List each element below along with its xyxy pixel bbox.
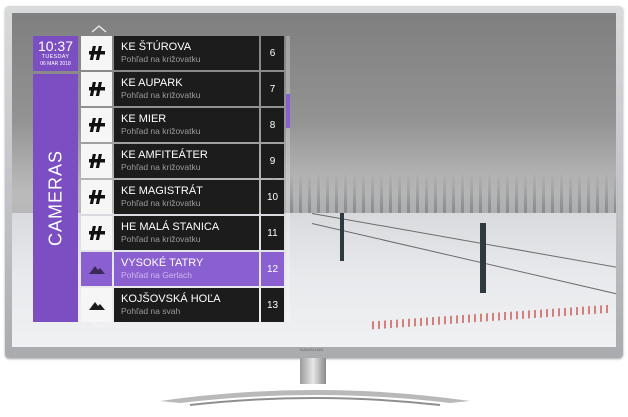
camera-row[interactable]: KE ŠTÚROVA Pohľad na križovatku 6	[81, 36, 284, 70]
video-ski-lift-tower	[480, 223, 486, 293]
camera-row[interactable]: KOJŠOVSKÁ HOĽA Pohľad na svah 13	[81, 288, 284, 322]
camera-number: 6	[261, 36, 284, 70]
camera-number: 13	[261, 288, 284, 322]
crossroad-icon	[81, 108, 112, 142]
mountain-icon	[81, 288, 112, 322]
camera-number: 11	[261, 216, 284, 250]
crossroad-icon	[81, 144, 112, 178]
clock-day: TUESDAY	[41, 54, 70, 60]
camera-row[interactable]: KE AMFITEÁTER Pohľad na križovatku 9	[81, 144, 284, 178]
camera-row[interactable]: HE MALÁ STANICA Pohľad na križovatku 11	[81, 216, 284, 250]
camera-info: HE MALÁ STANICA Pohľad na križovatku	[114, 216, 259, 250]
camera-info: KE ŠTÚROVA Pohľad na križovatku	[114, 36, 259, 70]
video-ski-lift-tower	[340, 213, 344, 261]
crossroad-icon	[81, 36, 112, 70]
camera-subtitle: Pohľad na križovatku	[121, 162, 201, 172]
camera-row-selected[interactable]: VYSOKÉ TATRY Pohľad na Gerlach 12	[81, 252, 284, 286]
camera-subtitle: Pohľad na križovatku	[121, 90, 201, 100]
clock-date: 06 MAR 2018	[40, 61, 71, 67]
crossroad-icon	[81, 216, 112, 250]
camera-subtitle: Pohľad na križovatku	[121, 54, 201, 64]
mountain-icon	[81, 252, 112, 286]
camera-title: KE MIER	[121, 113, 167, 125]
camera-number: 8	[261, 108, 284, 142]
tv-brand-logo: SAMSUNG	[300, 347, 324, 352]
camera-title: KE AUPARK	[121, 77, 183, 89]
camera-number: 12	[261, 252, 284, 286]
camera-title: VYSOKÉ TATRY	[121, 257, 204, 269]
section-sidebar: CAMERAS	[33, 74, 78, 322]
camera-info: VYSOKÉ TATRY Pohľad na Gerlach	[114, 252, 259, 286]
clock-time: 10:37	[37, 38, 74, 54]
camera-number: 10	[261, 180, 284, 214]
clock-widget: 10:37 TUESDAY 06 MAR 2018	[33, 36, 78, 71]
chevron-up-icon	[91, 25, 107, 33]
tv-stand-base	[160, 390, 470, 406]
scroll-up-button[interactable]	[90, 25, 108, 33]
camera-info: KE MAGISTRÁT Pohľad na križovatku	[114, 180, 259, 214]
camera-subtitle: Pohľad na križovatku	[121, 234, 201, 244]
camera-subtitle: Pohľad na svah	[121, 306, 181, 316]
camera-title: HE MALÁ STANICA	[121, 221, 220, 233]
crossroad-icon	[81, 72, 112, 106]
camera-title: KE AMFITEÁTER	[121, 149, 208, 161]
camera-info: KOJŠOVSKÁ HOĽA Pohľad na svah	[114, 288, 259, 322]
camera-row[interactable]: KE AUPARK Pohľad na križovatku 7	[81, 72, 284, 106]
camera-subtitle: Pohľad na križovatku	[121, 126, 201, 136]
camera-title: KOJŠOVSKÁ HOĽA	[121, 293, 221, 305]
camera-row[interactable]: KE MAGISTRÁT Pohľad na križovatku 10	[81, 180, 284, 214]
camera-number: 9	[261, 144, 284, 178]
camera-info: KE AMFITEÁTER Pohľad na križovatku	[114, 144, 259, 178]
camera-subtitle: Pohľad na Gerlach	[121, 270, 192, 280]
camera-info: KE MIER Pohľad na križovatku	[114, 108, 259, 142]
list-scrollbar-thumb[interactable]	[286, 94, 290, 128]
list-scrollbar[interactable]	[286, 36, 290, 322]
camera-title: KE ŠTÚROVA	[121, 41, 192, 53]
camera-subtitle: Pohľad na križovatku	[121, 198, 201, 208]
camera-info: KE AUPARK Pohľad na križovatku	[114, 72, 259, 106]
section-title: CAMERAS	[45, 149, 65, 247]
crossroad-icon	[81, 180, 112, 214]
camera-number: 7	[261, 72, 284, 106]
camera-title: KE MAGISTRÁT	[121, 185, 203, 197]
camera-row[interactable]: KE MIER Pohľad na križovatku 8	[81, 108, 284, 142]
